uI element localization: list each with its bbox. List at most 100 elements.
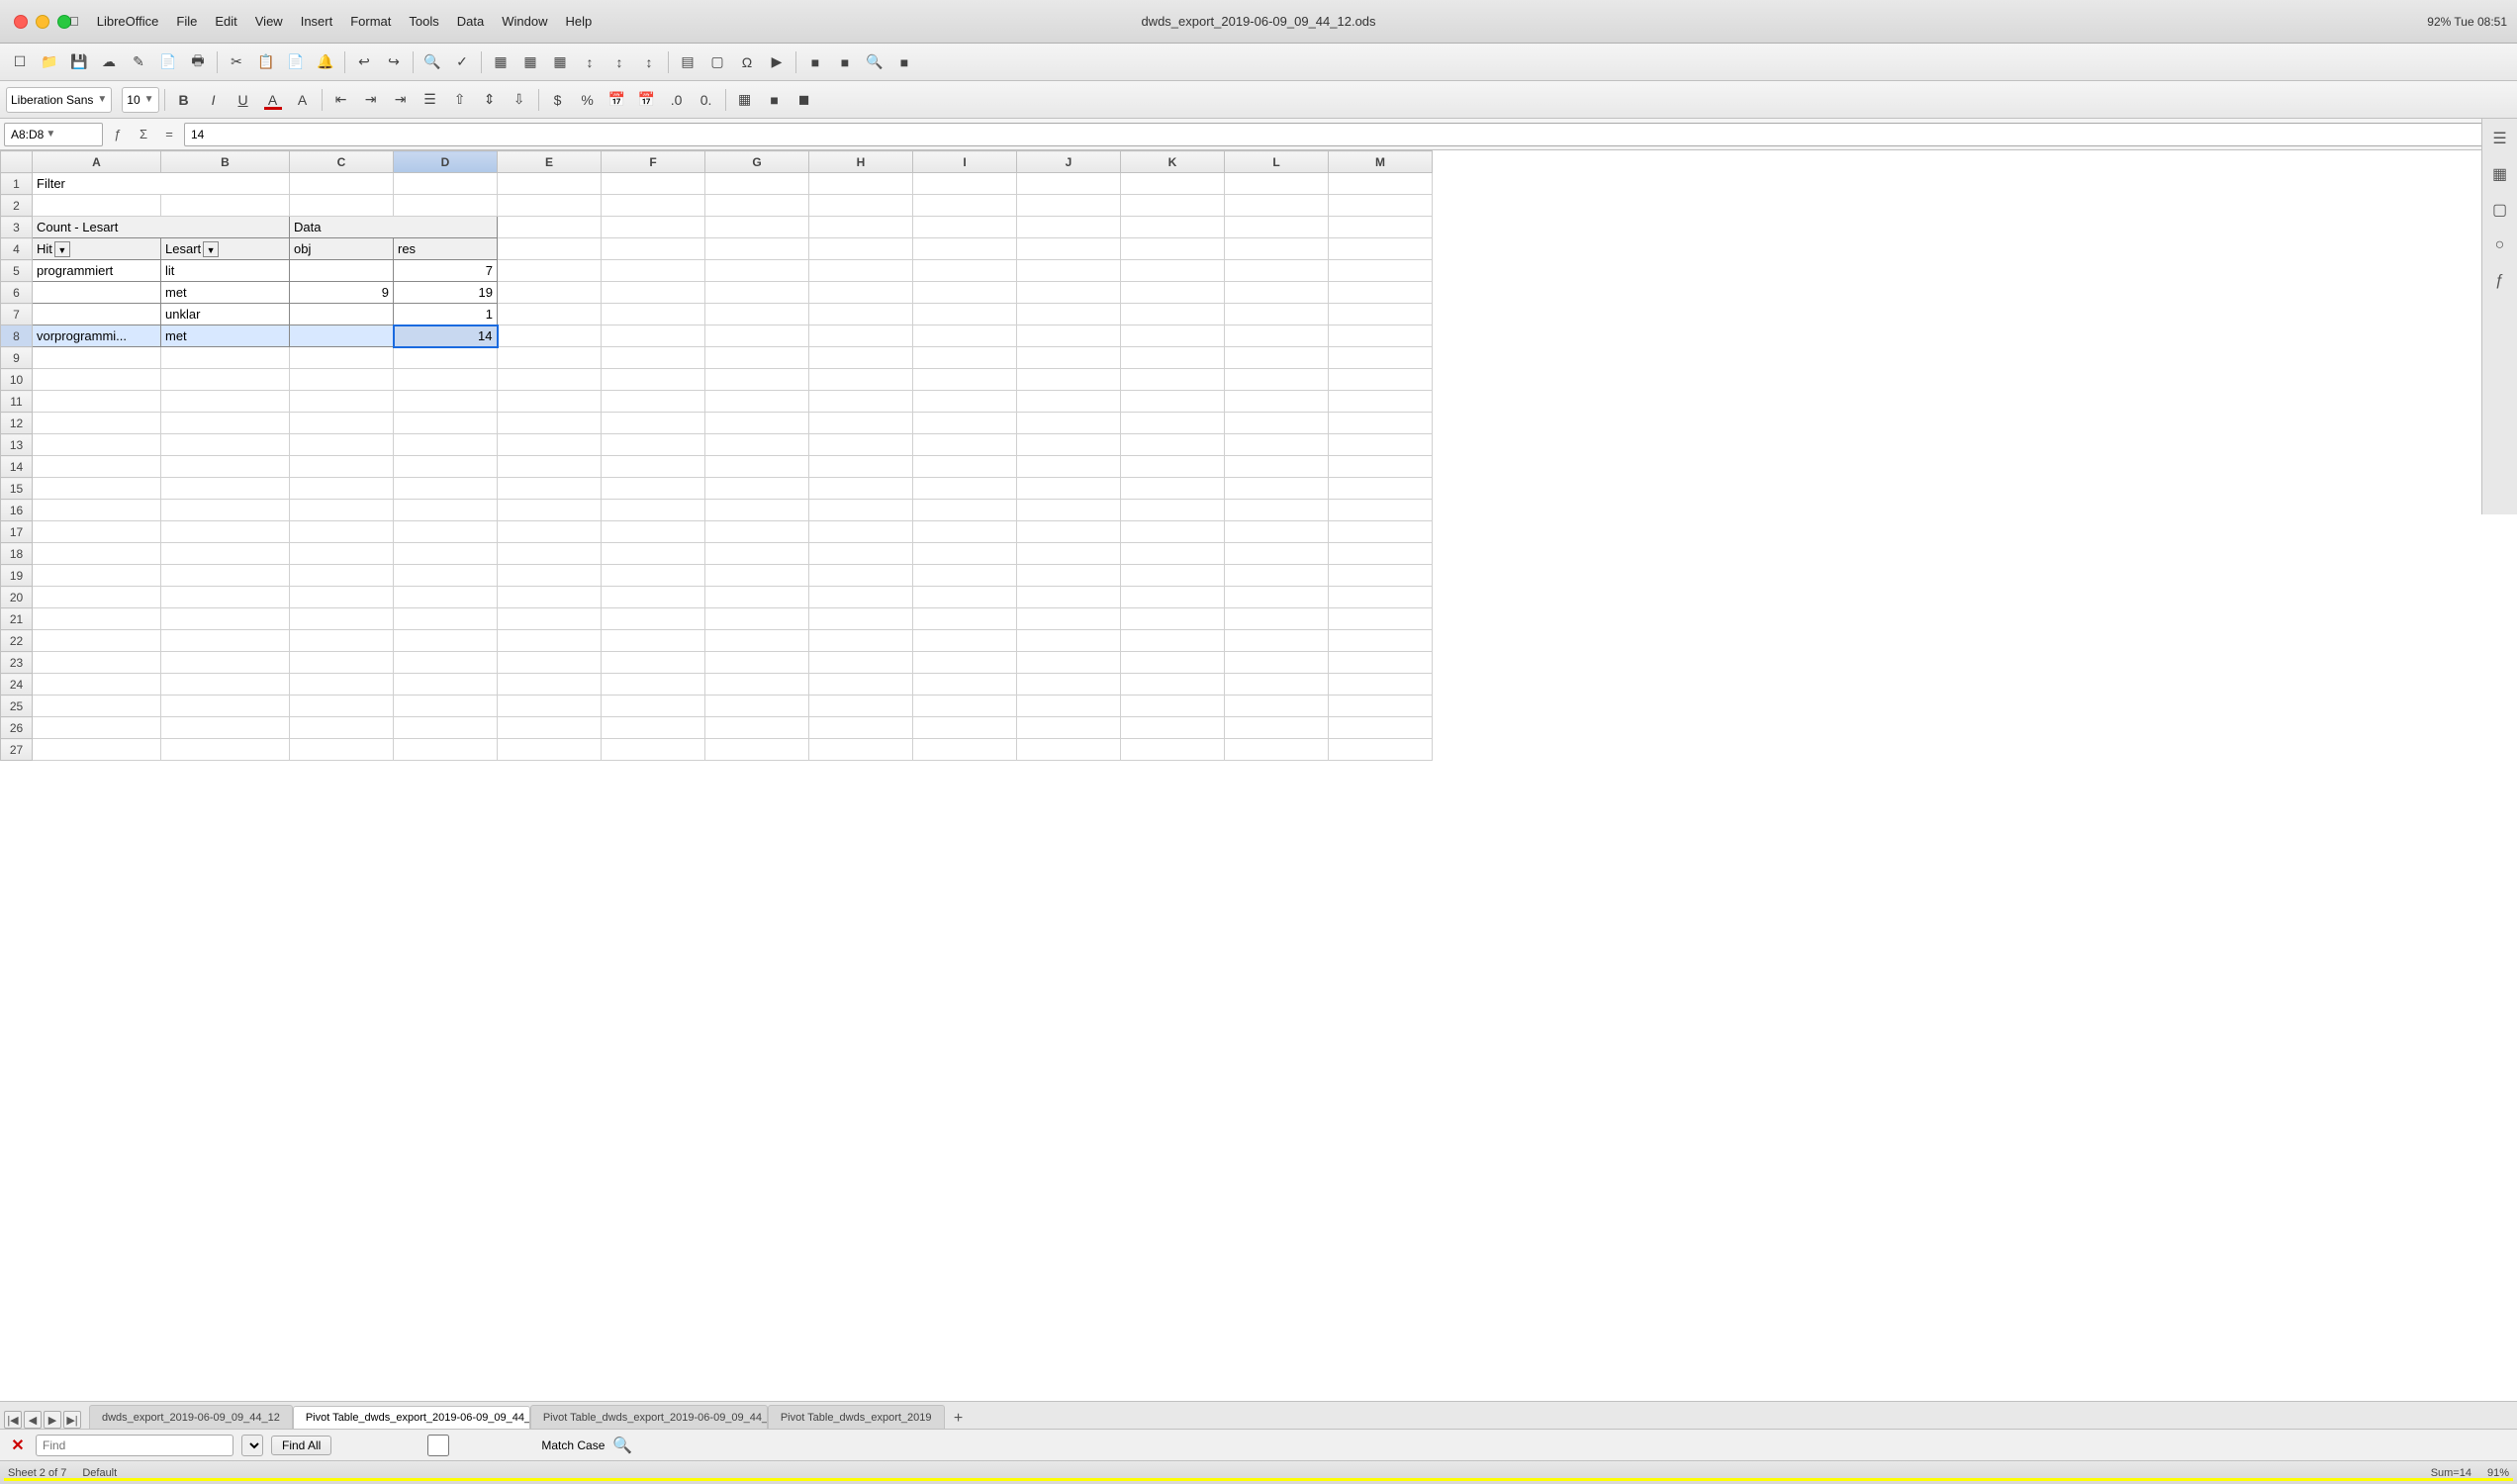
cell-g5[interactable] xyxy=(705,260,809,282)
menu-window[interactable]: Window xyxy=(502,14,547,29)
cell-j4[interactable] xyxy=(1017,238,1121,260)
cell-m4[interactable] xyxy=(1329,238,1433,260)
find-button[interactable]: 🔍 xyxy=(419,48,446,76)
sheet-area[interactable]: A B C D E F G H I J K L M 1 xyxy=(0,150,2517,1401)
paste-button[interactable]: 📄 xyxy=(282,48,310,76)
cell-f2[interactable] xyxy=(602,195,705,217)
align-middle-button[interactable]: ⇕ xyxy=(476,86,504,114)
cell-f5[interactable] xyxy=(602,260,705,282)
cell-g2[interactable] xyxy=(705,195,809,217)
cell-d1[interactable] xyxy=(394,173,498,195)
bg-color-button[interactable]: ■ xyxy=(761,86,789,114)
cell-b4[interactable]: Lesart ▼ xyxy=(161,238,290,260)
formula-input[interactable] xyxy=(184,123,2493,146)
cell-c8[interactable] xyxy=(290,325,394,347)
function-wizard-button[interactable]: ƒ xyxy=(107,124,129,145)
cell-d8[interactable]: 14 xyxy=(394,325,498,347)
functions-icon[interactable]: ƒ xyxy=(2488,269,2512,293)
insert-table-button[interactable]: ▦ xyxy=(487,48,514,76)
cell-g6[interactable] xyxy=(705,282,809,304)
find-search-icon[interactable]: 🔍 xyxy=(612,1436,632,1455)
underline-button[interactable]: U xyxy=(230,86,257,114)
row-header-21[interactable]: 21 xyxy=(1,608,33,630)
cell-b2[interactable] xyxy=(161,195,290,217)
cut-button[interactable]: ✂ xyxy=(223,48,250,76)
row-header-22[interactable]: 22 xyxy=(1,630,33,652)
cell-k5[interactable] xyxy=(1121,260,1225,282)
cell-j1[interactable] xyxy=(1017,173,1121,195)
percent-button[interactable]: % xyxy=(574,86,602,114)
cell-e8[interactable] xyxy=(498,325,602,347)
cell-c3[interactable]: Data xyxy=(290,217,498,238)
clone-button[interactable]: 🔔 xyxy=(312,48,339,76)
menu-format[interactable]: Format xyxy=(350,14,391,29)
cell-k8[interactable] xyxy=(1121,325,1225,347)
col-header-k[interactable]: K xyxy=(1121,151,1225,173)
cell-j5[interactable] xyxy=(1017,260,1121,282)
row-header-13[interactable]: 13 xyxy=(1,434,33,456)
cell-a7[interactable] xyxy=(33,304,161,325)
cell-m8[interactable] xyxy=(1329,325,1433,347)
col-header-g[interactable]: G xyxy=(705,151,809,173)
chart-button[interactable]: ▤ xyxy=(674,48,701,76)
close-button[interactable] xyxy=(14,15,28,29)
row-header-6[interactable]: 6 xyxy=(1,282,33,304)
row-header-25[interactable]: 25 xyxy=(1,696,33,717)
row-header-7[interactable]: 7 xyxy=(1,304,33,325)
cell-e2[interactable] xyxy=(498,195,602,217)
cell-m7[interactable] xyxy=(1329,304,1433,325)
special-char-button[interactable]: Ω xyxy=(733,48,761,76)
new-button[interactable]: ☐ xyxy=(6,48,34,76)
tab-prev-button[interactable]: ◀ xyxy=(24,1411,42,1429)
cell-l2[interactable] xyxy=(1225,195,1329,217)
cell-l3[interactable] xyxy=(1225,217,1329,238)
sheet-tab-1[interactable]: dwds_export_2019-06-09_09_44_12 xyxy=(89,1405,293,1429)
cell-d5[interactable]: 7 xyxy=(394,260,498,282)
font-size-dropdown[interactable]: 10 ▼ xyxy=(122,87,158,113)
cell-i1[interactable] xyxy=(913,173,1017,195)
menu-libreoffice[interactable]: LibreOffice xyxy=(97,14,159,29)
cell-d7[interactable]: 1 xyxy=(394,304,498,325)
row-header-8[interactable]: 8 xyxy=(1,325,33,347)
row-header-26[interactable]: 26 xyxy=(1,717,33,739)
decimal-inc-button[interactable]: .0 xyxy=(663,86,691,114)
row-header-16[interactable]: 16 xyxy=(1,500,33,521)
row-header-1[interactable]: 1 xyxy=(1,173,33,195)
cell-i5[interactable] xyxy=(913,260,1017,282)
menu-insert[interactable]: Insert xyxy=(301,14,333,29)
col-header-f[interactable]: F xyxy=(602,151,705,173)
find-options-select[interactable] xyxy=(241,1435,263,1456)
cell-f6[interactable] xyxy=(602,282,705,304)
cell-m3[interactable] xyxy=(1329,217,1433,238)
equals-button[interactable]: = xyxy=(158,124,180,145)
cell-c7[interactable] xyxy=(290,304,394,325)
lesart-dropdown-arrow[interactable]: ▼ xyxy=(203,241,219,257)
sort-asc-button[interactable]: ↕ xyxy=(576,48,604,76)
cell-c1[interactable] xyxy=(290,173,394,195)
cell-h7[interactable] xyxy=(809,304,913,325)
menu-tools[interactable]: Tools xyxy=(409,14,438,29)
cell-a6[interactable] xyxy=(33,282,161,304)
gallery-icon[interactable]: ▢ xyxy=(2488,198,2512,222)
cell-ref-arrow[interactable]: ▼ xyxy=(46,129,55,139)
cell-l6[interactable] xyxy=(1225,282,1329,304)
row-header-10[interactable]: 10 xyxy=(1,369,33,391)
print-button[interactable]: 🖶 xyxy=(184,48,212,76)
cell-k2[interactable] xyxy=(1121,195,1225,217)
align-left-button[interactable]: ⇤ xyxy=(327,86,355,114)
italic-button[interactable]: I xyxy=(200,86,228,114)
cell-k6[interactable] xyxy=(1121,282,1225,304)
cell-i4[interactable] xyxy=(913,238,1017,260)
cell-c5[interactable] xyxy=(290,260,394,282)
decimal-dec-button[interactable]: 0. xyxy=(693,86,720,114)
menu-data[interactable]: Data xyxy=(457,14,484,29)
cell-m6[interactable] xyxy=(1329,282,1433,304)
cell-a8[interactable]: vorprogrammi... xyxy=(33,325,161,347)
col-header-m[interactable]: M xyxy=(1329,151,1433,173)
cell-j6[interactable] xyxy=(1017,282,1121,304)
tab-last-button[interactable]: ▶| xyxy=(63,1411,81,1429)
cell-g7[interactable] xyxy=(705,304,809,325)
row-header-5[interactable]: 5 xyxy=(1,260,33,282)
row-header-20[interactable]: 20 xyxy=(1,587,33,608)
row-header-27[interactable]: 27 xyxy=(1,739,33,761)
